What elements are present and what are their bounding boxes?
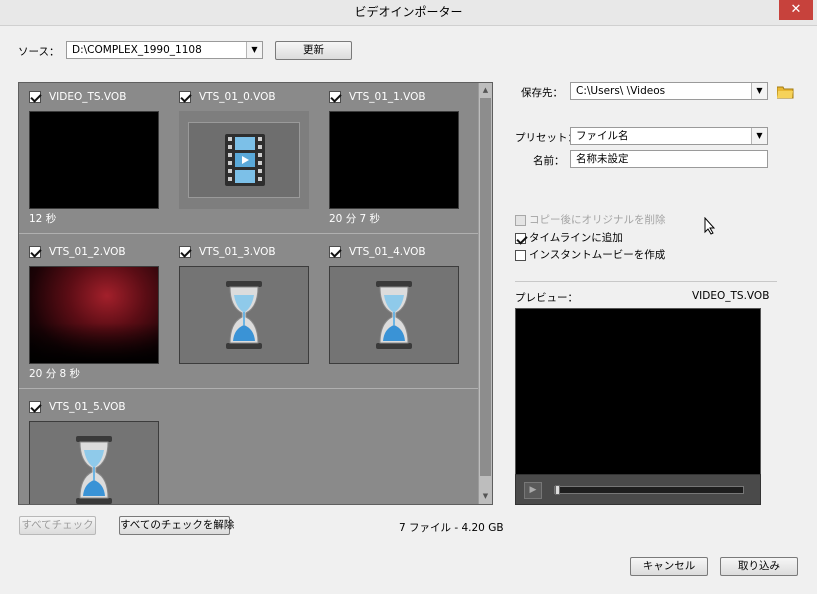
folder-icon[interactable]: [777, 85, 794, 99]
close-button[interactable]: ✕: [779, 0, 813, 20]
name-field[interactable]: 名称未設定: [570, 150, 768, 168]
clip-thumbnail[interactable]: [29, 111, 159, 209]
clip-thumbnail[interactable]: [179, 266, 309, 364]
clip-checkbox[interactable]: [29, 401, 41, 413]
chevron-down-icon[interactable]: ▼: [751, 128, 767, 144]
add-to-timeline-option[interactable]: タイムラインに追加: [515, 230, 623, 245]
delete-after-copy-option: コピー後にオリジナルを削除: [515, 212, 666, 227]
clip-thumbnail[interactable]: [29, 421, 159, 504]
preview-file-name: VIDEO_TS.VOB: [692, 290, 770, 302]
clip-name: VTS_01_4.VOB: [349, 246, 426, 258]
clip-item[interactable]: VTS_01_0.VOB: [169, 83, 309, 233]
file-summary: 7 ファイル - 4.20 GB: [399, 522, 504, 534]
clip-item[interactable]: VTS_01_5.VOB: [19, 393, 159, 504]
window-title: ビデオインポーター: [354, 5, 463, 19]
hourglass-icon: [226, 281, 262, 349]
add-to-timeline-checkbox[interactable]: [515, 232, 526, 244]
clip-name: VTS_01_2.VOB: [49, 246, 126, 258]
import-button[interactable]: 取り込み: [720, 557, 798, 576]
clip-row: VTS_01_2.VOB 20 分 8 秒 VTS_01_3.VOB VTS_0…: [19, 238, 479, 388]
clip-checkbox[interactable]: [29, 246, 41, 258]
clip-name: VTS_01_0.VOB: [199, 91, 276, 103]
cancel-button[interactable]: キャンセル: [630, 557, 708, 576]
cursor-icon: [704, 217, 716, 235]
clip-checkbox[interactable]: [329, 91, 341, 103]
delete-after-copy-label: コピー後にオリジナルを削除: [529, 214, 666, 226]
scrollbar-thumb[interactable]: [480, 98, 491, 476]
clip-checkbox[interactable]: [179, 91, 191, 103]
preset-dropdown[interactable]: ファイル名 ▼: [570, 127, 768, 145]
scroll-down-icon[interactable]: ▼: [479, 490, 492, 503]
row-divider: [19, 233, 479, 234]
check-all-button[interactable]: すべてチェック: [19, 516, 96, 535]
chevron-down-icon[interactable]: ▼: [751, 83, 767, 99]
preview-controls: ▶: [515, 474, 761, 505]
clip-name: VTS_01_3.VOB: [199, 246, 276, 258]
play-button[interactable]: ▶: [524, 482, 542, 499]
clip-duration: 12 秒: [29, 213, 57, 225]
clip-row: VTS_01_5.VOB: [19, 393, 479, 504]
clip-thumbnail[interactable]: [329, 266, 459, 364]
clip-row: VIDEO_TS.VOB 12 秒 VTS_01_0.VOB VTS_01_1.…: [19, 83, 479, 233]
clip-panel-scrollbar[interactable]: ▲ ▼: [478, 83, 492, 504]
save-location-label: 保存先：: [521, 87, 563, 99]
title-bar: ビデオインポーター ✕: [0, 0, 817, 26]
clip-item[interactable]: VTS_01_1.VOB 20 分 7 秒: [319, 83, 459, 233]
row-divider: [19, 388, 479, 389]
chevron-down-icon[interactable]: ▼: [246, 42, 262, 58]
instant-movie-option[interactable]: インスタントムービーを作成: [515, 247, 665, 262]
clip-thumbnail[interactable]: [29, 266, 159, 364]
refresh-button[interactable]: 更新: [275, 41, 352, 60]
clip-thumbnail[interactable]: [329, 111, 459, 209]
scrubber-handle[interactable]: [555, 485, 560, 495]
clip-thumbnail[interactable]: [179, 111, 309, 209]
clip-item[interactable]: VTS_01_2.VOB 20 分 8 秒: [19, 238, 159, 388]
clip-checkbox[interactable]: [179, 246, 191, 258]
clip-name: VTS_01_1.VOB: [349, 91, 426, 103]
clip-name: VTS_01_5.VOB: [49, 401, 126, 413]
clip-name: VIDEO_TS.VOB: [49, 91, 127, 103]
save-location-value: C:\Users\ \Videos: [576, 85, 666, 97]
source-label: ソース：: [18, 46, 60, 58]
preset-value: ファイル名: [576, 130, 629, 142]
instant-movie-label: インスタントムービーを作成: [529, 249, 666, 261]
clip-checkbox[interactable]: [29, 91, 41, 103]
clip-item[interactable]: VTS_01_3.VOB: [169, 238, 309, 388]
source-value: D:\COMPLEX_1990_1108: [72, 44, 202, 56]
preview-divider: [515, 281, 777, 282]
preset-label: プリセット：: [515, 132, 578, 144]
clip-duration: 20 分 7 秒: [329, 213, 381, 225]
clip-checkbox[interactable]: [329, 246, 341, 258]
scroll-up-icon[interactable]: ▲: [479, 84, 492, 97]
hourglass-icon: [76, 436, 112, 504]
clip-item[interactable]: VTS_01_4.VOB: [319, 238, 459, 388]
add-to-timeline-label: タイムラインに追加: [529, 232, 623, 244]
name-label: 名前：: [533, 155, 565, 167]
source-dropdown[interactable]: D:\COMPLEX_1990_1108 ▼: [66, 41, 263, 59]
film-icon: [225, 134, 265, 186]
hourglass-icon: [376, 281, 412, 349]
preview-scrubber[interactable]: [554, 485, 744, 495]
preview-label: プレビュー：: [515, 292, 578, 304]
uncheck-all-button[interactable]: すべてのチェックを解除: [119, 516, 234, 535]
clip-panel: VIDEO_TS.VOB 12 秒 VTS_01_0.VOB VTS_01_1.…: [18, 82, 493, 505]
delete-after-copy-checkbox: [515, 214, 526, 226]
save-location-dropdown[interactable]: C:\Users\ \Videos ▼: [570, 82, 768, 100]
clip-item[interactable]: VIDEO_TS.VOB 12 秒: [19, 83, 159, 233]
clip-duration: 20 分 8 秒: [29, 368, 81, 380]
instant-movie-checkbox[interactable]: [515, 249, 526, 261]
